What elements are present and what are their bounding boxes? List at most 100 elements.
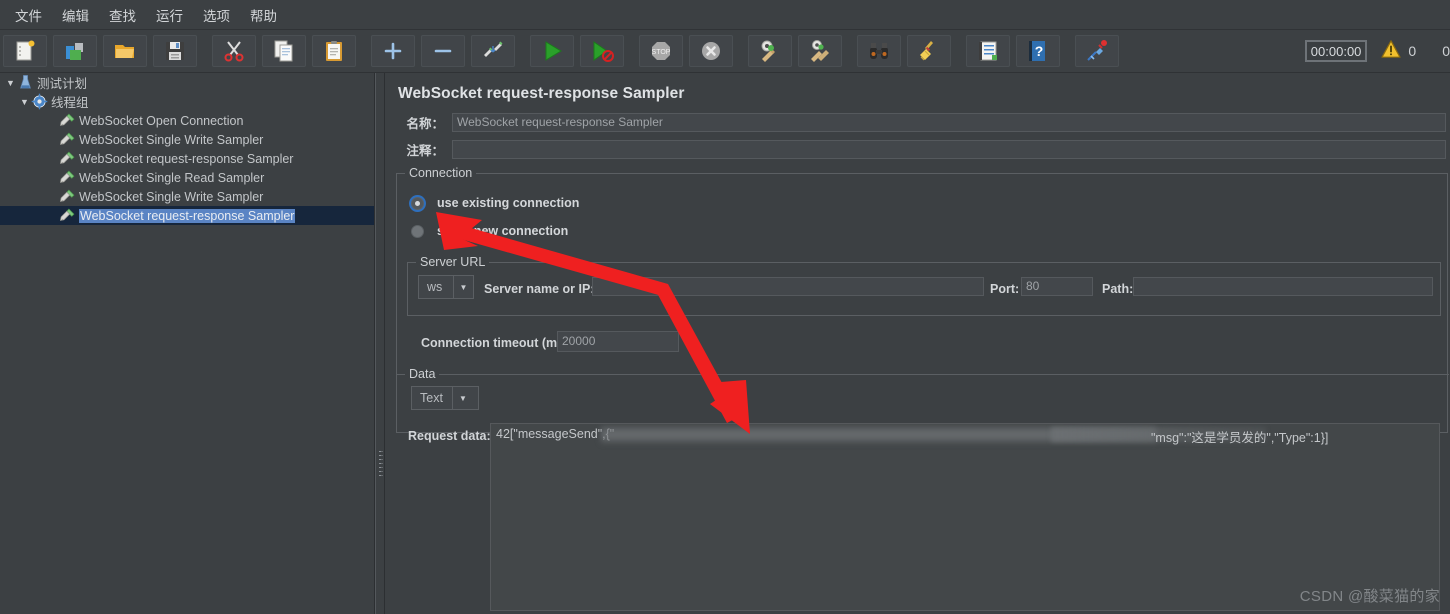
clipboard-icon [322, 39, 346, 63]
new-document-icon [13, 39, 37, 63]
blue-help-book-icon: ? [1026, 39, 1050, 63]
copy-button[interactable] [262, 35, 306, 67]
function-helper-button[interactable] [966, 35, 1010, 67]
radio-selected-icon[interactable] [411, 196, 424, 210]
comment-row: 注释： [398, 140, 1448, 159]
collapse-button[interactable] [421, 35, 465, 67]
port-label: Port: [990, 282, 1020, 296]
toolbar-separator [736, 51, 745, 52]
data-type-select[interactable]: Text ▼ [411, 386, 479, 410]
thread-count: 0 [1442, 43, 1450, 59]
start-button[interactable] [530, 35, 574, 67]
comment-input[interactable] [452, 140, 1446, 159]
copy-icon [272, 39, 296, 63]
chevron-down-icon-2[interactable]: ▼ [451, 387, 473, 409]
radio-setup-new-label: setup new connection [437, 224, 569, 238]
toggle-button[interactable] [471, 35, 515, 67]
menu-edit[interactable]: 编辑 [53, 3, 98, 27]
protocol-select[interactable]: ws ▼ [418, 275, 474, 299]
request-data-value: 42["messageSend",{" "msg":"这是学员发的","Type… [491, 424, 1439, 445]
menu-bar: 文件 编辑 查找 运行 选项 帮助 [0, 0, 1450, 30]
expand-button[interactable] [371, 35, 415, 67]
sampler-pipette-icon [59, 112, 79, 129]
warning-count: 0 [1408, 43, 1417, 59]
paste-button[interactable] [312, 35, 356, 67]
undo-redo-button[interactable] [1075, 35, 1119, 67]
search-button[interactable] [857, 35, 901, 67]
tree-node-ws-single-read[interactable]: WebSocket Single Read Sampler [0, 168, 374, 187]
name-input[interactable]: WebSocket request-response Sampler [452, 113, 1446, 132]
tree-node-ws-request-response-2[interactable]: WebSocket request-response Sampler [0, 206, 374, 225]
name-row: 名称： WebSocket request-response Sampler [398, 113, 1448, 132]
comment-label: 注释： [406, 144, 444, 158]
menu-run[interactable]: 运行 [147, 3, 192, 27]
radio-use-existing-connection[interactable]: use existing connection [411, 196, 579, 210]
tree-node-thread-group[interactable]: ▼ 线程组 [0, 92, 374, 111]
shutdown-button[interactable] [689, 35, 733, 67]
path-input[interactable] [1133, 277, 1433, 296]
stop-button[interactable]: STOP [639, 35, 683, 67]
open-button[interactable] [103, 35, 147, 67]
toolbar-separator [954, 51, 963, 52]
reset-search-button[interactable] [907, 35, 951, 67]
request-data-textarea[interactable]: 42["messageSend",{" "msg":"这是学员发的","Type… [490, 423, 1440, 611]
tree-node-ws-single-write-1[interactable]: WebSocket Single Write Sampler [0, 130, 374, 149]
toolbar-separator [845, 51, 854, 52]
toggle-pencil-icon [481, 39, 505, 63]
menu-search[interactable]: 查找 [100, 3, 145, 27]
expand-toggle-icon[interactable]: ▼ [4, 76, 17, 89]
clear-all-button[interactable] [798, 35, 842, 67]
protocol-value: ws [427, 280, 443, 294]
connection-timeout-input[interactable]: 20000 [557, 331, 679, 352]
toolbar-separator [200, 51, 209, 52]
svg-text:?: ? [1035, 43, 1044, 59]
radio-setup-new-connection[interactable]: setup new connection [411, 224, 568, 238]
new-button[interactable] [3, 35, 47, 67]
broom-gear-icon [758, 39, 782, 63]
start-no-pauses-button[interactable] [580, 35, 624, 67]
chevron-down-icon[interactable]: ▼ [453, 276, 473, 298]
server-url-group-title: Server URL [416, 255, 490, 269]
menu-help[interactable]: 帮助 [241, 3, 286, 27]
help-button[interactable]: ? [1016, 35, 1060, 67]
splitter-grip[interactable] [379, 451, 383, 477]
tree-node-ws-open-connection[interactable]: WebSocket Open Connection [0, 111, 374, 130]
data-group-title: Data [405, 367, 440, 381]
tree-node-label: WebSocket Single Write Sampler [79, 189, 264, 204]
templates-button[interactable] [53, 35, 97, 67]
sampler-pipette-icon [59, 169, 79, 186]
save-button[interactable] [153, 35, 197, 67]
sampler-pipette-icon [59, 150, 79, 167]
clear-button[interactable] [748, 35, 792, 67]
notebook-icon [976, 39, 1000, 63]
name-label: 名称： [406, 117, 444, 131]
radio-unselected-icon[interactable] [411, 224, 424, 238]
warning-indicator[interactable]: 0 [1381, 39, 1417, 63]
page-title: WebSocket request-response Sampler [398, 85, 685, 102]
warning-triangle-icon [1381, 39, 1402, 63]
sampler-pipette-icon [59, 188, 79, 205]
tree-node-test-plan[interactable]: ▼ 测试计划 [0, 73, 374, 92]
expand-toggle-icon[interactable]: ▼ [18, 95, 31, 108]
tree-node-ws-request-response-1[interactable]: WebSocket request-response Sampler [0, 149, 374, 168]
panel-splitter[interactable] [375, 73, 385, 614]
server-name-input[interactable] [592, 277, 984, 296]
play-no-pause-icon [590, 39, 614, 63]
shutdown-x-icon [699, 39, 723, 63]
sampler-pipette-icon [59, 207, 79, 224]
test-plan-tree[interactable]: ▼ 测试计划 ▼ 线程组 WebSocket Open Connection WebSoc… [0, 73, 375, 614]
tree-node-label: WebSocket request-response Sampler [79, 151, 294, 166]
cut-button[interactable] [212, 35, 256, 67]
tree-node-label: WebSocket Single Write Sampler [79, 132, 264, 147]
tree-node-ws-single-write-2[interactable]: WebSocket Single Write Sampler [0, 187, 374, 206]
toolbar-separator [627, 51, 636, 52]
server-url-group: Server URL ws ▼ Server name or IP: Port:… [407, 255, 1441, 316]
sampler-editor-panel: WebSocket request-response Sampler 名称： W… [386, 73, 1450, 614]
menu-file[interactable]: 文件 [6, 3, 51, 27]
tree-node-label: 测试计划 [37, 77, 88, 91]
port-input[interactable]: 80 [1021, 277, 1093, 296]
menu-options[interactable]: 选项 [194, 3, 239, 27]
